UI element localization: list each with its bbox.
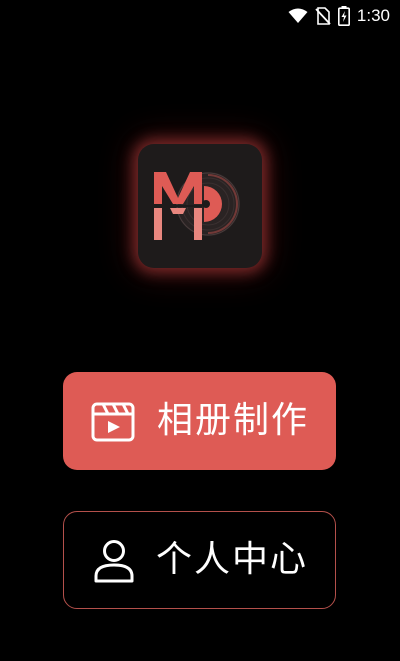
status-time: 1:30 [356, 6, 390, 25]
person-icon [94, 540, 134, 583]
album-making-button[interactable]: 相册制作 [63, 372, 336, 470]
personal-center-button[interactable]: 个人中心 [63, 511, 336, 609]
album-making-label: 相册制作 [157, 400, 310, 441]
status-icons: 1:30 [288, 6, 390, 26]
wifi-icon [288, 8, 308, 23]
app-logo [138, 144, 262, 268]
personal-center-label: 个人中心 [156, 539, 309, 580]
battery-charging-icon [337, 6, 350, 26]
video-clip-icon [91, 402, 135, 442]
status-bar: 1:30 [0, 0, 400, 34]
md-logo-icon [154, 172, 240, 240]
no-sim-icon [315, 7, 331, 25]
